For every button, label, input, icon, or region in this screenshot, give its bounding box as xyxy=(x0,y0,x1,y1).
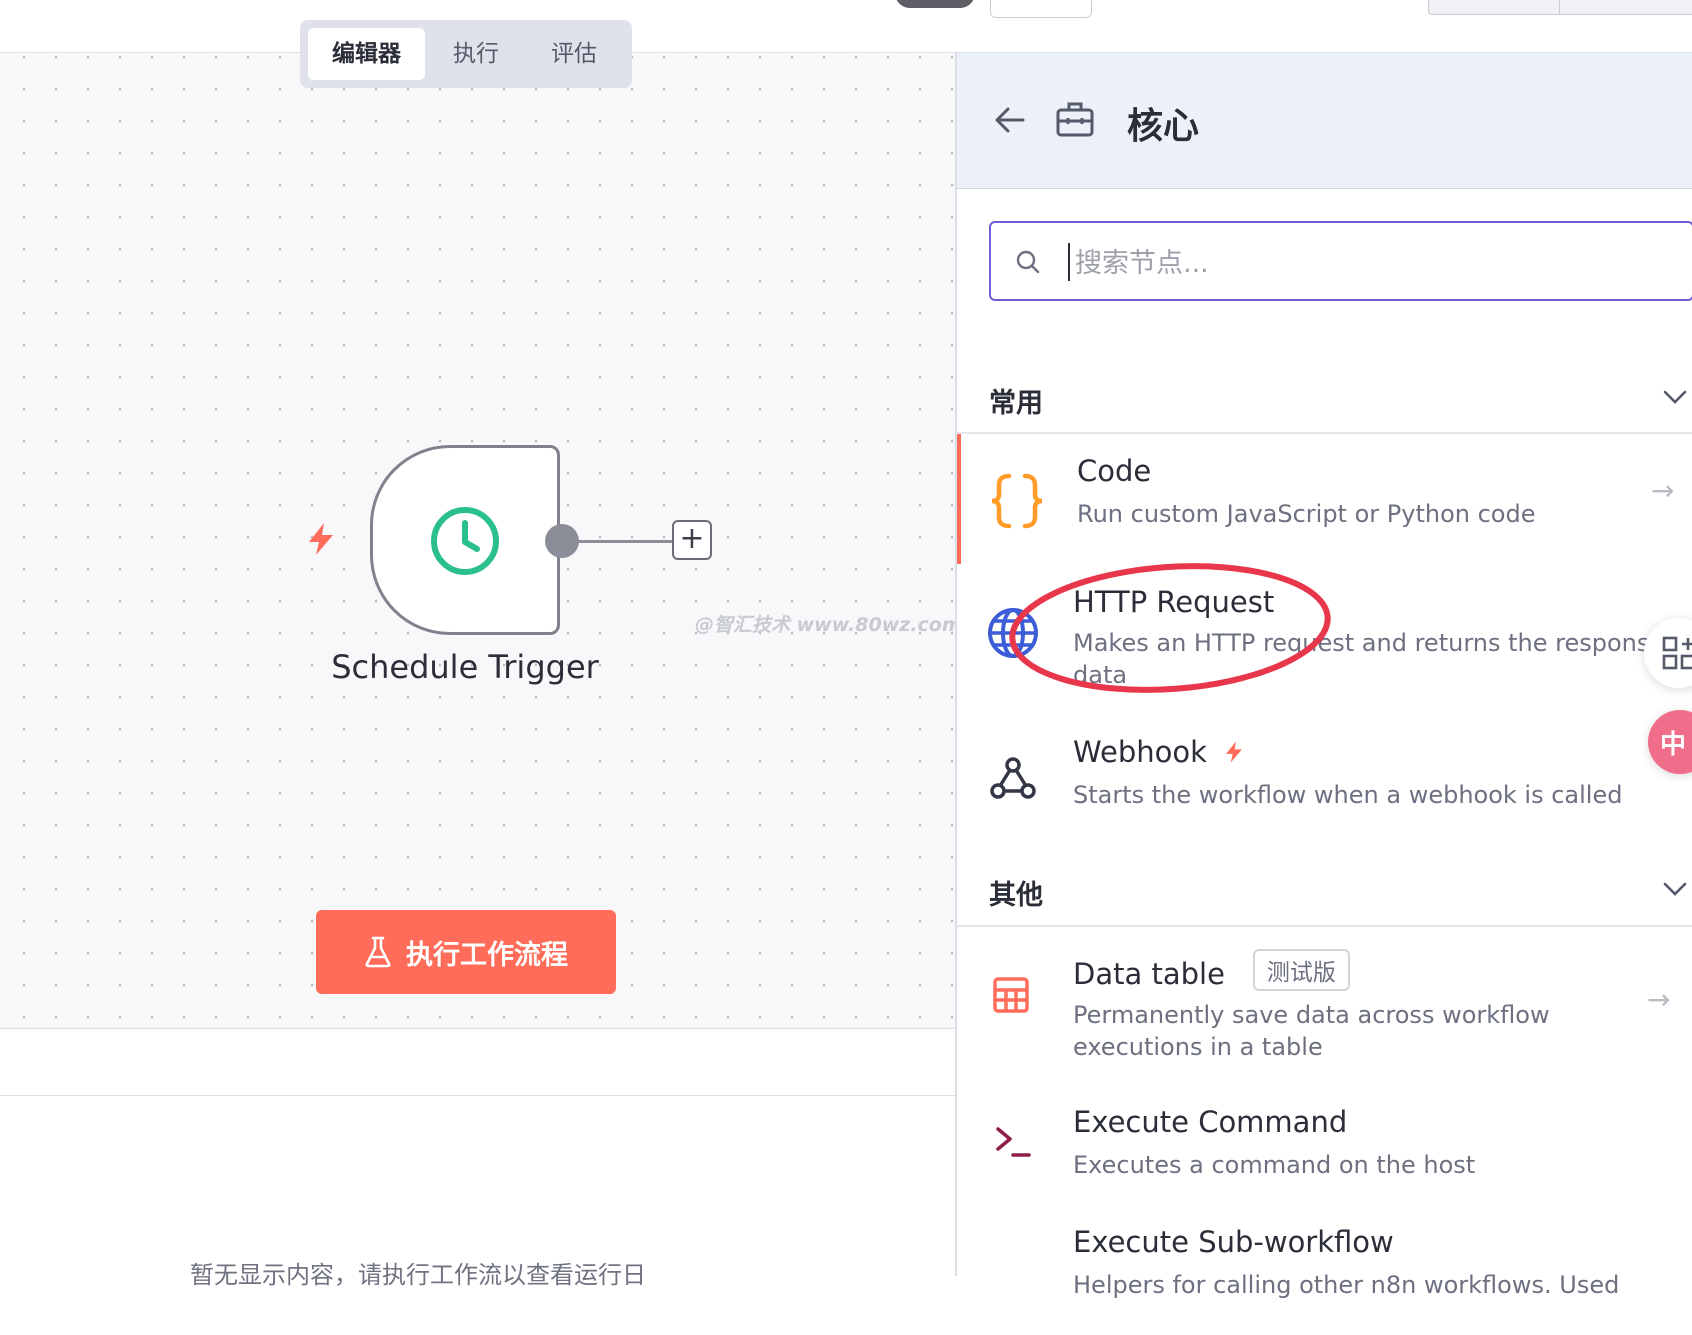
tab-executions[interactable]: 执行 xyxy=(429,28,523,80)
logs-empty-message: 暂无显示内容，请执行工作流以查看运行日 xyxy=(190,1261,646,1289)
watermark: @智汇技术 www.80wz.com xyxy=(695,614,962,636)
node-item-webhook[interactable]: Webhook Starts the workflow when a webho… xyxy=(957,715,1692,865)
panel-header: 核心 xyxy=(957,53,1692,189)
highlight-annotation-ring xyxy=(1009,563,1331,693)
back-arrow-icon[interactable] xyxy=(993,103,1027,137)
arrow-right-icon: → xyxy=(1647,983,1671,1016)
panel-title: 核心 xyxy=(1127,106,1200,147)
top-button[interactable] xyxy=(990,0,1092,18)
clock-icon xyxy=(431,507,499,575)
chevron-down-icon[interactable] xyxy=(1662,388,1688,406)
node-item-execute-sub-workflow[interactable]: Execute Sub-workflow Helpers for calling… xyxy=(957,1215,1692,1335)
beta-badge: 测试版 xyxy=(1252,949,1350,991)
tab-editor[interactable]: 编辑器 xyxy=(308,28,425,80)
webhook-icon xyxy=(990,757,1036,799)
arrow-right-icon: → xyxy=(1651,474,1675,507)
trigger-bolt-icon xyxy=(1226,741,1243,763)
execute-workflow-label: 执行工作流程 xyxy=(406,939,568,971)
text-cursor xyxy=(1068,243,1070,281)
node-item-title: Webhook xyxy=(1073,735,1244,769)
code-braces-icon xyxy=(991,473,1043,529)
node-item-title: Code xyxy=(1077,454,1152,488)
toolbox-icon xyxy=(1056,102,1094,137)
node-item-title: Execute Command xyxy=(1073,1105,1348,1139)
node-item-description: Run custom JavaScript or Python code xyxy=(1077,500,1536,528)
node-item-title-text: Webhook xyxy=(1073,735,1207,769)
node-item-title: Data table 测试版 xyxy=(1073,949,1350,991)
tab-evaluation[interactable]: 评估 xyxy=(527,28,621,80)
node-connector-line xyxy=(578,540,674,543)
mode-tabs: 编辑器 执行 评估 xyxy=(300,20,632,88)
logs-area xyxy=(0,1029,955,1276)
table-icon xyxy=(993,977,1029,1013)
node-item-title: Execute Sub-workflow xyxy=(1073,1225,1394,1259)
section-title-other: 其他 xyxy=(989,880,1043,911)
trigger-bolt-icon xyxy=(309,523,333,555)
search-icon xyxy=(1016,250,1040,274)
translate-icon: 中 xyxy=(1660,730,1687,760)
section-title-common: 常用 xyxy=(989,388,1043,419)
node-item-data-table[interactable]: Data table 测试版 Permanently save data acro… xyxy=(957,927,1692,1077)
node-output-handle[interactable] xyxy=(545,524,579,558)
terminal-icon xyxy=(996,1127,1031,1157)
node-item-description: Permanently save data across workflow ex… xyxy=(1073,1001,1550,1061)
node-item-description: Starts the workflow when a webhook is ca… xyxy=(1073,781,1623,809)
toggle-switch[interactable] xyxy=(895,0,975,8)
execute-workflow-button[interactable]: 执行工作流程 xyxy=(316,910,616,994)
add-node-button[interactable]: + xyxy=(672,520,712,560)
qr-code-icon xyxy=(1662,636,1692,670)
top-segmented-control[interactable] xyxy=(1428,0,1692,15)
search-input[interactable] xyxy=(1073,237,1677,289)
chevron-down-icon[interactable] xyxy=(1662,880,1688,898)
logs-divider xyxy=(0,1095,955,1096)
node-item-description: Helpers for calling other n8n workflows.… xyxy=(1073,1271,1620,1299)
node-item-description: Executes a command on the host xyxy=(1073,1151,1476,1179)
flask-icon xyxy=(365,936,391,968)
node-label: Schedule Trigger xyxy=(331,648,599,686)
node-search-field[interactable] xyxy=(989,221,1692,301)
node-item-execute-command[interactable]: Execute Command Executes a command on th… xyxy=(957,1095,1692,1215)
node-item-title-text: Data table xyxy=(1073,957,1225,991)
node-item-code[interactable]: Code Run custom JavaScript or Python cod… xyxy=(957,434,1692,564)
